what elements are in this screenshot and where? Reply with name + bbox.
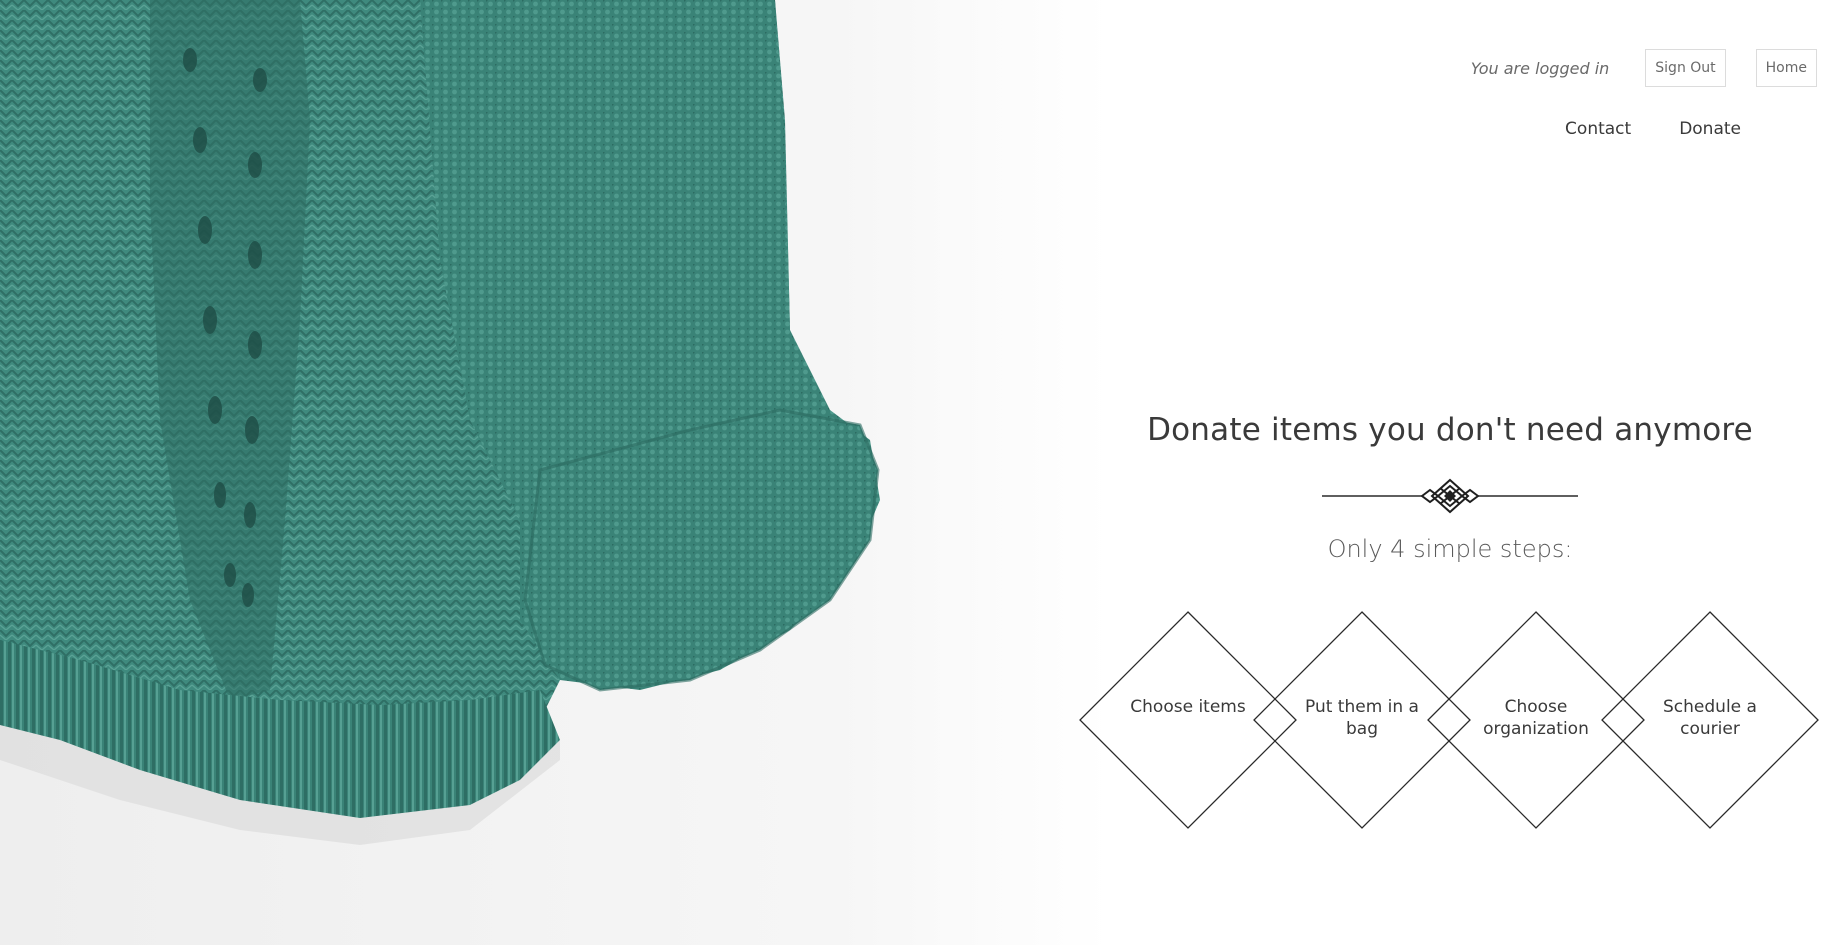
- step-label: Choose organization: [1483, 697, 1589, 739]
- hero-title: Donate items you don't need anymore: [1147, 412, 1753, 448]
- step-schedule-courier: Schedule a courier: [1600, 610, 1820, 830]
- sign-out-button[interactable]: Sign Out: [1645, 49, 1726, 87]
- decoration-ornament-icon: [1322, 478, 1578, 514]
- page: You are logged in Sign Out Home Contact …: [0, 0, 1839, 945]
- login-status: You are logged in: [1470, 58, 1610, 78]
- nav-contact-link[interactable]: Contact: [1565, 119, 1631, 139]
- step-label: Put them in a bag: [1305, 697, 1419, 739]
- account-bar: You are logged in Sign Out Home: [1471, 49, 1817, 87]
- home-button[interactable]: Home: [1755, 49, 1817, 87]
- step-label: Schedule a courier: [1663, 697, 1757, 739]
- hero-sweater-image: [0, 0, 1110, 945]
- hero-subtitle: Only 4 simple steps:: [1327, 535, 1573, 563]
- header: You are logged in Sign Out Home Contact …: [1199, 0, 1839, 150]
- steps-list: Choose items Put them in a bag Choose or…: [1078, 610, 1820, 830]
- nav-donate-link[interactable]: Donate: [1679, 119, 1741, 139]
- main-nav: Contact Donate: [1565, 119, 1741, 139]
- step-label: Choose items: [1130, 697, 1246, 717]
